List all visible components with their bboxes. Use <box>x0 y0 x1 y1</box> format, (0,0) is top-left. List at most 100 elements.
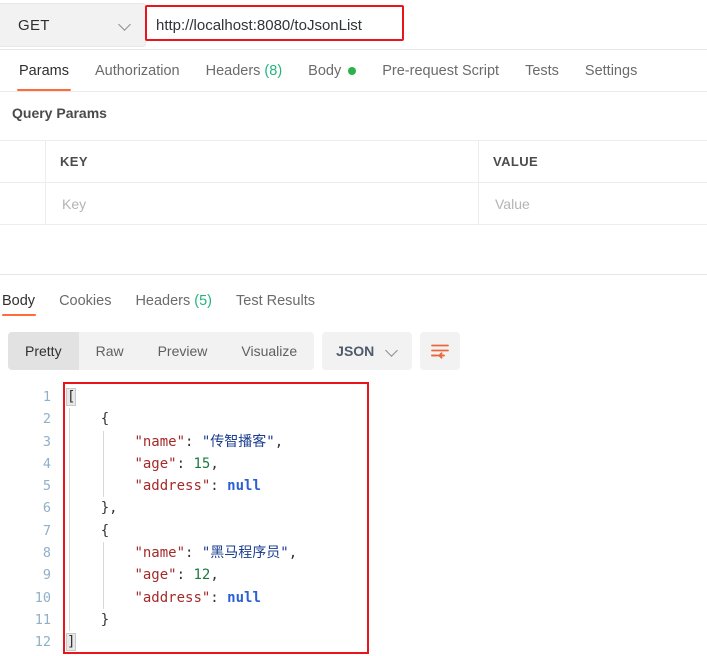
code-token: : <box>185 545 202 562</box>
pane-splitter[interactable] <box>0 274 707 275</box>
indent-guide <box>69 475 70 498</box>
row-checkbox-cell[interactable] <box>0 183 46 224</box>
word-wrap-button[interactable] <box>420 332 461 370</box>
tab-headers[interactable]: Headers (8) <box>193 50 296 91</box>
tab-body[interactable]: Body <box>295 50 369 91</box>
tab-tests-label: Tests <box>525 62 559 79</box>
tab-body-label: Body <box>308 62 342 79</box>
response-tab-cookies[interactable]: Cookies <box>47 285 123 316</box>
code-token: [ <box>65 388 77 406</box>
json-code-content[interactable]: [ { "name": "传智播客", "age": 15, "address"… <box>65 386 707 656</box>
code-line: { <box>67 408 707 431</box>
response-tabs: Body Cookies Headers (5) Test Results <box>0 285 707 317</box>
tab-pre-request-script-label: Pre-request Script <box>382 62 500 79</box>
response-tab-cookies-label: Cookies <box>59 292 112 309</box>
response-view-toolbar: Pretty Raw Preview Visualize JSON <box>8 332 461 370</box>
header-cell-key: KEY <box>46 141 479 182</box>
indent-guide <box>69 608 70 632</box>
indent-guide <box>102 586 104 609</box>
code-line: } <box>67 608 707 632</box>
tab-settings[interactable]: Settings <box>572 50 650 91</box>
tab-headers-count: (8) <box>264 62 283 79</box>
code-token: } <box>100 500 110 517</box>
table-row[interactable] <box>0 183 707 225</box>
code-token: "address" <box>134 478 211 495</box>
param-key-input[interactable] <box>60 194 478 213</box>
header-cell-value: VALUE <box>493 154 539 169</box>
query-params-title: Query Params <box>12 105 107 121</box>
line-number: 9 <box>42 567 51 584</box>
view-mode-preview-label: Preview <box>157 343 208 359</box>
tab-authorization[interactable]: Authorization <box>82 50 193 91</box>
tab-params-label: Params <box>19 62 69 79</box>
code-token: "传智播客" <box>201 433 275 450</box>
indent-guide <box>69 497 70 520</box>
line-number: 10 <box>34 589 51 606</box>
code-line: "age": 15, <box>67 452 707 476</box>
postman-request-response-panel: GET Params Authorization Headers (8) Bod… <box>0 0 707 656</box>
response-tab-body-label: Body <box>2 292 36 309</box>
code-line: ] <box>65 631 707 653</box>
tab-params[interactable]: Params <box>6 50 82 91</box>
code-token: "age" <box>134 567 177 584</box>
code-line: "name": "传智播客", <box>67 430 707 453</box>
code-token: , <box>288 545 298 562</box>
tab-pre-request-script[interactable]: Pre-request Script <box>369 50 512 91</box>
response-format-label: JSON <box>336 343 375 359</box>
request-tabs: Params Authorization Headers (8) Body Pr… <box>0 50 707 92</box>
view-mode-raw[interactable]: Raw <box>79 332 141 370</box>
code-line: "age": 12, <box>67 564 707 587</box>
line-number: 8 <box>42 545 51 562</box>
response-body-code-viewer[interactable]: 1 2 3 4 5 6 7 8 9 10 11 12 [ { "name": "传智播客", "age… <box>0 382 707 656</box>
code-token: 15 <box>193 455 211 472</box>
view-mode-raw-label: Raw <box>95 343 124 359</box>
indent-guide <box>69 408 70 431</box>
indent-guide <box>69 564 70 587</box>
line-number-gutter: 1 2 3 4 5 6 7 8 9 10 11 12 <box>0 382 63 656</box>
response-tab-test-results[interactable]: Test Results <box>224 285 327 316</box>
code-line: "address": null <box>67 475 707 498</box>
code-token: : <box>176 567 194 584</box>
response-tab-headers[interactable]: Headers (5) <box>123 285 224 316</box>
http-method-select[interactable]: GET <box>0 3 146 47</box>
param-value-input[interactable] <box>493 194 707 213</box>
line-number: 2 <box>42 411 51 428</box>
code-token: 12 <box>193 567 211 584</box>
view-mode-preview[interactable]: Preview <box>141 332 225 370</box>
header-cell-checkbox <box>0 141 46 182</box>
indent-guide <box>69 430 70 453</box>
view-mode-visualize-label: Visualize <box>241 343 298 359</box>
line-number: 5 <box>42 478 51 495</box>
row-value-cell[interactable] <box>479 183 707 224</box>
line-number: 12 <box>34 634 51 651</box>
indent-guide <box>102 564 104 587</box>
code-token: , <box>109 500 118 517</box>
indent-guide <box>102 430 104 453</box>
indent-guide <box>69 519 70 543</box>
view-mode-pretty[interactable]: Pretty <box>8 332 79 370</box>
row-key-cell[interactable] <box>46 183 479 224</box>
chevron-down-icon <box>386 345 398 357</box>
code-token: : <box>210 589 228 606</box>
tab-tests[interactable]: Tests <box>512 50 572 91</box>
table-header-row: KEY VALUE <box>0 141 707 183</box>
code-line: }, <box>67 497 707 520</box>
code-line: "name": "黑马程序员", <box>67 542 707 565</box>
url-input[interactable] <box>148 8 707 42</box>
code-token: "name" <box>134 545 186 562</box>
line-number: 3 <box>42 433 51 450</box>
line-number: 4 <box>42 455 51 472</box>
url-bar: GET <box>0 0 707 50</box>
chevron-down-icon <box>119 19 131 31</box>
body-indicator-dot-icon <box>348 66 357 75</box>
view-mode-segmented-control: Pretty Raw Preview Visualize <box>8 332 315 370</box>
response-tab-body[interactable]: Body <box>0 285 47 316</box>
line-number: 11 <box>34 611 51 628</box>
indent-guide <box>102 475 104 498</box>
indent-guide <box>69 452 70 476</box>
indent-guide <box>102 452 104 476</box>
code-token: { <box>100 522 110 539</box>
response-format-select[interactable]: JSON <box>322 332 413 370</box>
view-mode-visualize[interactable]: Visualize <box>224 332 314 370</box>
code-token: ] <box>65 633 77 652</box>
